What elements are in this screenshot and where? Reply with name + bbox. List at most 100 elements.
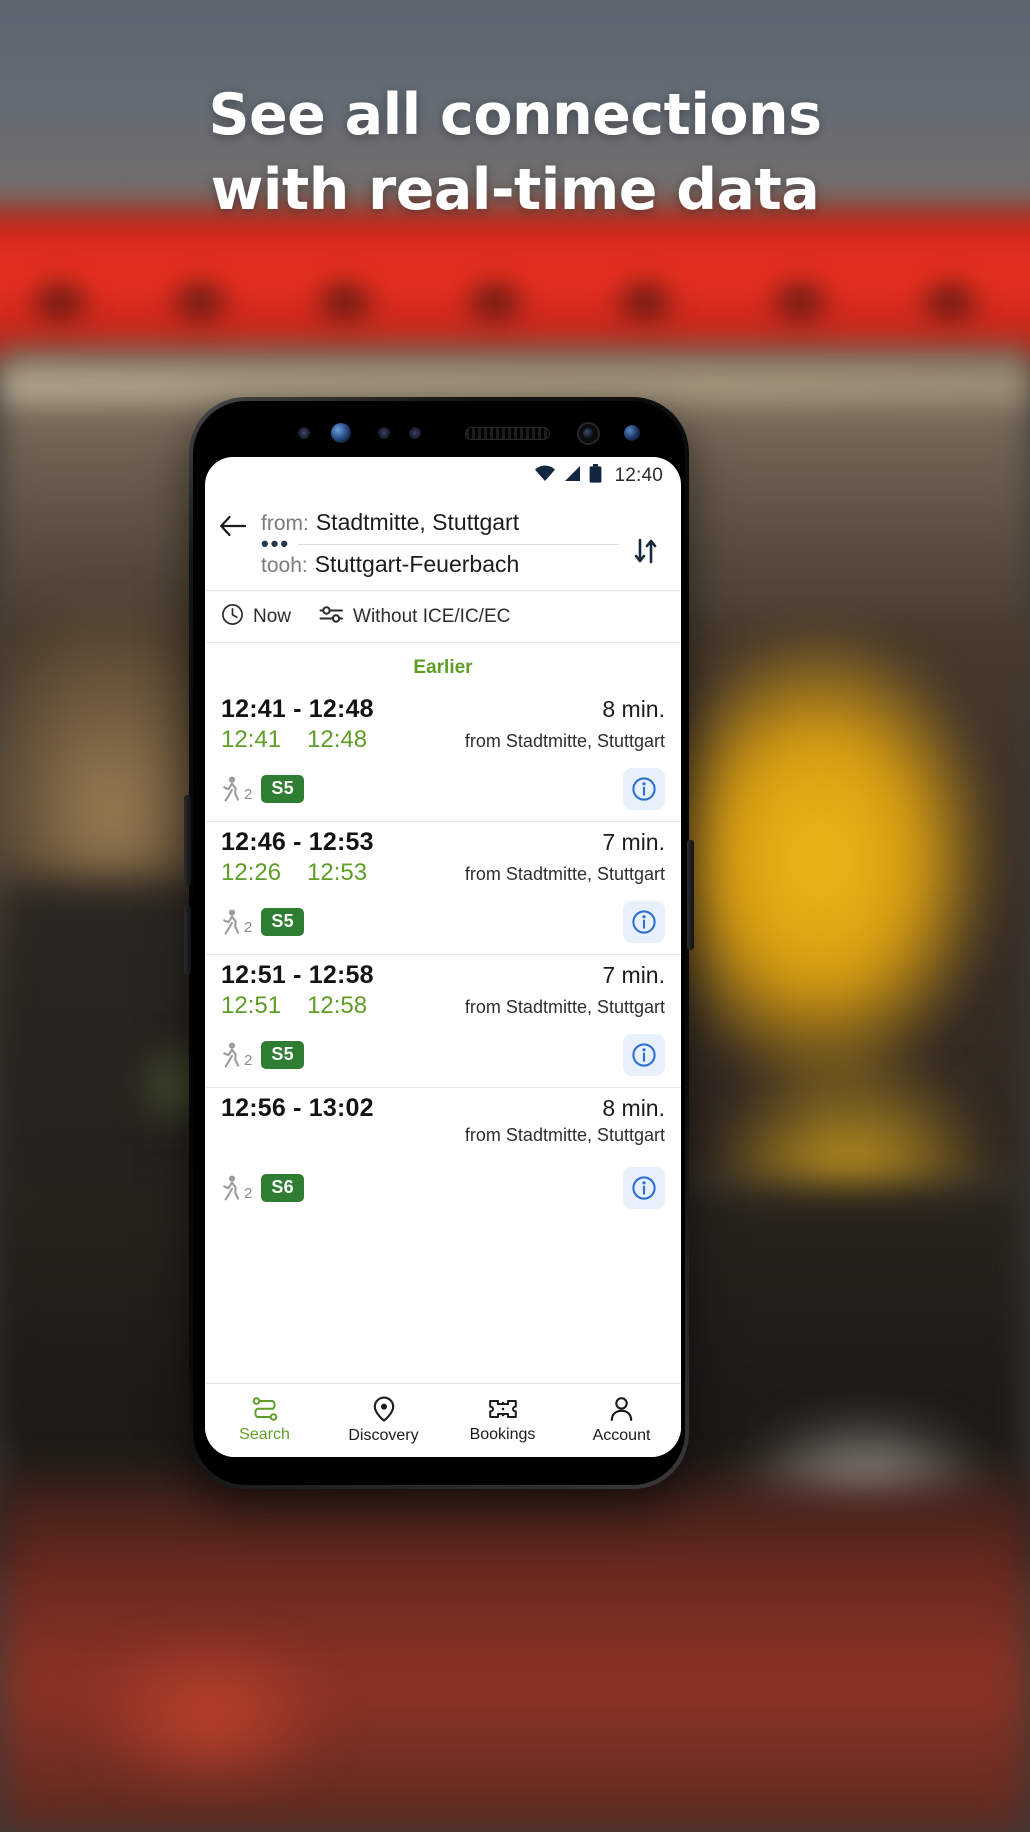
phone-sensor-bar: [193, 401, 685, 457]
connection-realtime: 12:51 12:58: [221, 992, 367, 1020]
connection-info-button[interactable]: [623, 1034, 665, 1076]
connection-realtime: 12:26 12:53: [221, 859, 367, 887]
info-icon: [632, 1176, 656, 1200]
wifi-icon: [534, 465, 556, 487]
connection-times: 12:51 - 12:58: [221, 961, 374, 989]
realtime-departure: 12:26: [221, 859, 282, 886]
nav-label-discovery: Discovery: [348, 1427, 419, 1444]
connection-duration: 7 min.: [602, 962, 665, 988]
time-filter-label: Now: [253, 605, 292, 627]
cellular-signal-icon: [563, 465, 582, 487]
connection-legs: 2 S6: [221, 1174, 304, 1202]
walk-icon: [223, 1175, 240, 1200]
walk-count: 2: [244, 918, 253, 936]
walk-icon: [223, 1042, 240, 1067]
nav-item-bookings[interactable]: Bookings: [443, 1397, 562, 1444]
realtime-arrival: 12:48: [307, 726, 368, 753]
via-stops-row[interactable]: •••: [261, 531, 619, 556]
app-screen: 12:40 from: Stadtmitte, Stuttgart ••• to…: [205, 457, 681, 1457]
walk-count: 2: [244, 1051, 253, 1069]
earpiece-speaker: [465, 427, 550, 440]
light-sensor-icon: [378, 427, 390, 439]
origin-value: Stadtmitte, Stuttgart: [315, 509, 520, 535]
nav-item-search[interactable]: Search: [205, 1397, 324, 1444]
phone-power-button: [687, 840, 694, 950]
origin-destination-fields: from: Stadtmitte, Stuttgart ••• tooh: St…: [261, 509, 619, 578]
line-badge: S5: [261, 1041, 304, 1069]
connection-info-button[interactable]: [623, 768, 665, 810]
bottom-navigation: Search Discovery Bookings Account: [205, 1383, 681, 1457]
connection-duration: 8 min.: [602, 696, 665, 722]
connection-duration: 8 min.: [602, 1095, 665, 1121]
nav-item-account[interactable]: Account: [562, 1396, 681, 1445]
connection-from-text: from Stadtmitte, Stuttgart: [464, 731, 665, 751]
connection-times: 12:46 - 12:53: [221, 828, 374, 856]
connection-from-text: from Stadtmitte, Stuttgart: [464, 864, 665, 884]
walk-icon: [223, 909, 240, 934]
walk-count: 2: [244, 1184, 253, 1202]
connection-info-button[interactable]: [623, 1167, 665, 1209]
nav-item-discovery[interactable]: Discovery: [324, 1396, 443, 1445]
walking-leg: 2: [221, 776, 252, 803]
origin-row[interactable]: from: Stadtmitte, Stuttgart: [261, 509, 619, 536]
sliders-icon: [319, 604, 344, 630]
proximity-sensor-icon: [298, 427, 310, 439]
back-button[interactable]: [219, 509, 249, 542]
map-pin-icon: [373, 1396, 394, 1422]
walk-icon: [223, 776, 240, 801]
line-badge: S6: [261, 1174, 304, 1202]
info-icon: [632, 910, 656, 934]
ticket-icon: [488, 1400, 517, 1418]
destination-value: Stuttgart-Feuerbach: [314, 551, 520, 577]
connection-realtime: 12:41 12:48: [221, 726, 367, 754]
realtime-arrival: 12:53: [307, 859, 368, 886]
earlier-button[interactable]: Earlier: [205, 643, 681, 689]
realtime-departure: 12:51: [221, 992, 282, 1019]
connection-row[interactable]: 12:46 - 12:53 7 min. 12:26 12:53 from St…: [205, 822, 681, 955]
connection-from-text: from Stadtmitte, Stuttgart: [464, 997, 665, 1017]
field-divider: [298, 543, 619, 545]
line-badge: S5: [261, 775, 304, 803]
iris-scanner-icon: [331, 423, 351, 443]
destination-row[interactable]: tooh: Stuttgart-Feuerbach: [261, 551, 619, 578]
nav-label-search: Search: [239, 1426, 290, 1443]
transport-filter-label: Without ICE/IC/EC: [353, 605, 511, 627]
clock-icon: [221, 603, 244, 631]
background-bottom-red-glow: [60, 1620, 360, 1810]
phone-volume-down-button: [184, 905, 191, 975]
swap-button[interactable]: [631, 509, 665, 572]
status-bar-time: 12:40: [614, 465, 663, 486]
connection-duration: 7 min.: [602, 829, 665, 855]
connection-row[interactable]: 12:51 - 12:58 7 min. 12:51 12:58 from St…: [205, 955, 681, 1088]
connection-row[interactable]: 12:56 - 13:02 8 min. from Stadtmitte, St…: [205, 1088, 681, 1220]
connection-results-list: Earlier 12:41 - 12:48 8 min. 12:41 12:48…: [205, 643, 681, 1383]
walk-count: 2: [244, 785, 253, 803]
nav-label-account: Account: [592, 1427, 651, 1444]
connection-row[interactable]: 12:41 - 12:48 8 min. 12:41 12:48 from St…: [205, 689, 681, 822]
secondary-sensor-icon: [624, 425, 640, 441]
info-icon: [632, 1043, 656, 1067]
promo-headline-line-1: See all connections: [208, 82, 822, 148]
connection-times: 12:56 - 13:02: [221, 1094, 374, 1122]
phone-volume-up-button: [184, 795, 191, 887]
walking-leg: 2: [221, 1042, 252, 1069]
phone-screen-frame: 12:40 from: Stadtmitte, Stuttgart ••• to…: [193, 401, 685, 1485]
walking-leg: 2: [221, 1175, 252, 1202]
person-icon: [610, 1397, 633, 1422]
transport-filter-chip[interactable]: Without ICE/IC/EC: [319, 604, 510, 630]
battery-icon: [589, 464, 602, 488]
connection-info-button[interactable]: [623, 901, 665, 943]
route-icon: [252, 1397, 277, 1421]
time-filter-chip[interactable]: Now: [221, 603, 291, 631]
connection-legs: 2 S5: [221, 1041, 304, 1069]
connection-legs: 2 S5: [221, 908, 304, 936]
phone-mockup: 12:40 from: Stadtmitte, Stuttgart ••• to…: [189, 397, 689, 1489]
info-icon: [632, 777, 656, 801]
via-dots-icon: •••: [261, 531, 291, 556]
swap-vertical-icon: [634, 538, 657, 564]
filter-bar: Now Without ICE/IC/EC: [205, 591, 681, 643]
destination-label: tooh:: [261, 554, 308, 577]
realtime-arrival: 12:58: [307, 992, 368, 1019]
promo-headline: See all connections with real-time data: [0, 78, 1030, 228]
connection-legs: 2 S5: [221, 775, 304, 803]
